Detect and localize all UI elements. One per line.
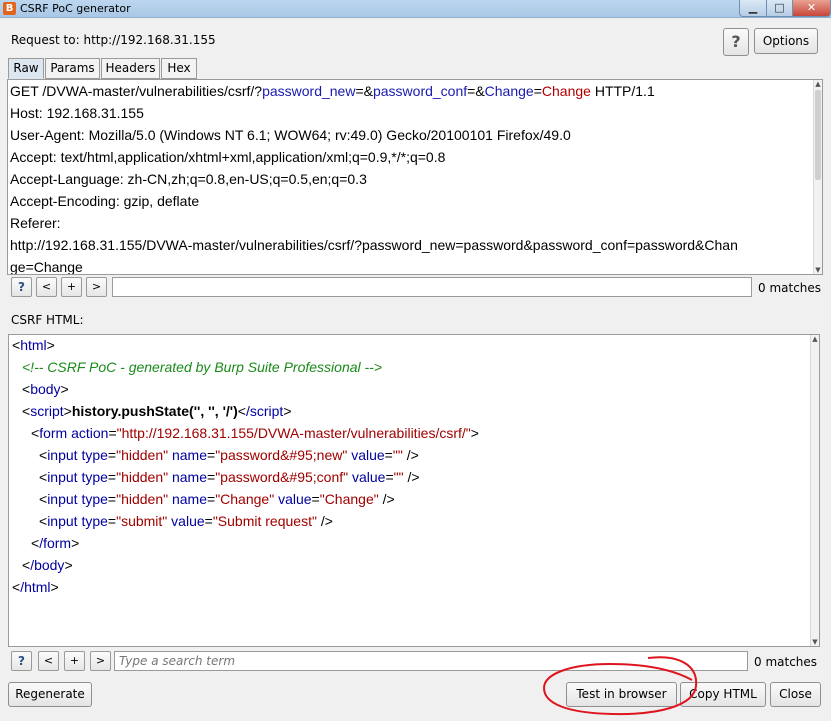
options-button[interactable]: Options bbox=[754, 28, 818, 54]
tab-headers[interactable]: Headers bbox=[101, 58, 160, 79]
help-button[interactable]: ? bbox=[723, 28, 749, 56]
csrf-search-help-button[interactable]: ? bbox=[11, 651, 32, 671]
code-line-html-close: </html> bbox=[12, 579, 59, 595]
request-scrollbar[interactable]: ▲ ▼ bbox=[813, 80, 822, 274]
code-line-form-close: </form> bbox=[31, 535, 80, 551]
scroll-down-icon[interactable]: ▼ bbox=[814, 266, 822, 274]
request-search-input[interactable] bbox=[112, 277, 752, 297]
code-line-html-open: <html> bbox=[12, 337, 55, 353]
code-line-body-close: </body> bbox=[22, 557, 73, 573]
csrf-search-matches: 0 matches bbox=[754, 655, 818, 669]
regenerate-button[interactable]: Regenerate bbox=[8, 682, 92, 707]
scroll-thumb[interactable] bbox=[815, 90, 821, 180]
close-window-button[interactable]: ✕ bbox=[792, 0, 831, 17]
code-line-input: <input type="hidden" name="Change" value… bbox=[39, 491, 395, 507]
request-search-add-button[interactable]: + bbox=[61, 277, 82, 297]
header-line-referer-url: http://192.168.31.155/DVWA-master/vulner… bbox=[10, 237, 738, 253]
code-line-body-open: <body> bbox=[22, 381, 69, 397]
close-button[interactable]: Close bbox=[770, 682, 821, 707]
request-to-label: Request to: http://192.168.31.155 bbox=[11, 33, 216, 47]
request-search-help-button[interactable]: ? bbox=[11, 277, 32, 297]
csrf-html-editor[interactable]: <html> <!-- CSRF PoC - generated by Burp… bbox=[8, 334, 820, 647]
csrf-search-prev-button[interactable]: < bbox=[38, 651, 59, 671]
window-title: CSRF PoC generator bbox=[20, 2, 131, 15]
header-line-accept: Accept: text/html,application/xhtml+xml,… bbox=[10, 149, 446, 165]
csrf-scrollbar[interactable]: ▲ ▼ bbox=[810, 335, 819, 646]
burp-icon: B bbox=[3, 2, 16, 15]
request-line: GET /DVWA-master/vulnerabilities/csrf/?p… bbox=[10, 83, 655, 99]
minimize-button[interactable]: ▁ bbox=[739, 0, 767, 17]
code-line-input-submit: <input type="submit" value="Submit reque… bbox=[39, 513, 333, 529]
header-line-user-agent: User-Agent: Mozilla/5.0 (Windows NT 6.1;… bbox=[10, 127, 571, 143]
csrf-search-next-button[interactable]: > bbox=[90, 651, 111, 671]
header-line-accept-encoding: Accept-Encoding: gzip, deflate bbox=[10, 193, 200, 209]
csrf-html-label: CSRF HTML: bbox=[11, 313, 84, 327]
scroll-up-icon[interactable]: ▲ bbox=[814, 80, 822, 88]
header-line-host: Host: 192.168.31.155 bbox=[10, 105, 144, 121]
copy-html-button[interactable]: Copy HTML bbox=[680, 682, 766, 707]
code-line-script: <script>history.pushState('', '', '/')</… bbox=[22, 403, 292, 419]
code-line-form-open: <form action="http://192.168.31.155/DVWA… bbox=[31, 425, 479, 441]
request-search-matches: 0 matches bbox=[758, 281, 822, 295]
title-bar: B CSRF PoC generator ▁ □ ✕ bbox=[0, 0, 831, 18]
csrf-search-add-button[interactable]: + bbox=[64, 651, 85, 671]
request-search-next-button[interactable]: > bbox=[86, 277, 107, 297]
tab-raw[interactable]: Raw bbox=[8, 58, 44, 79]
tab-params[interactable]: Params bbox=[45, 58, 100, 79]
maximize-button[interactable]: □ bbox=[766, 0, 793, 17]
code-line-comment: <!-- CSRF PoC - generated by Burp Suite … bbox=[22, 359, 383, 375]
request-editor[interactable]: GET /DVWA-master/vulnerabilities/csrf/?p… bbox=[7, 79, 823, 275]
csrf-search-input[interactable]: Type a search term bbox=[114, 651, 748, 671]
header-line-referer-url-cont: ge=Change bbox=[10, 259, 83, 275]
code-line-input: <input type="hidden" name="password&#95;… bbox=[39, 469, 420, 485]
code-line-input: <input type="hidden" name="password&#95;… bbox=[39, 447, 419, 463]
scroll-down-icon[interactable]: ▼ bbox=[811, 638, 819, 646]
tab-hex[interactable]: Hex bbox=[161, 58, 197, 79]
header-line-referer: Referer: bbox=[10, 215, 61, 231]
test-in-browser-button[interactable]: Test in browser bbox=[566, 682, 677, 707]
scroll-up-icon[interactable]: ▲ bbox=[811, 335, 819, 343]
request-search-prev-button[interactable]: < bbox=[36, 277, 57, 297]
header-line-accept-language: Accept-Language: zh-CN,zh;q=0.8,en-US;q=… bbox=[10, 171, 367, 187]
